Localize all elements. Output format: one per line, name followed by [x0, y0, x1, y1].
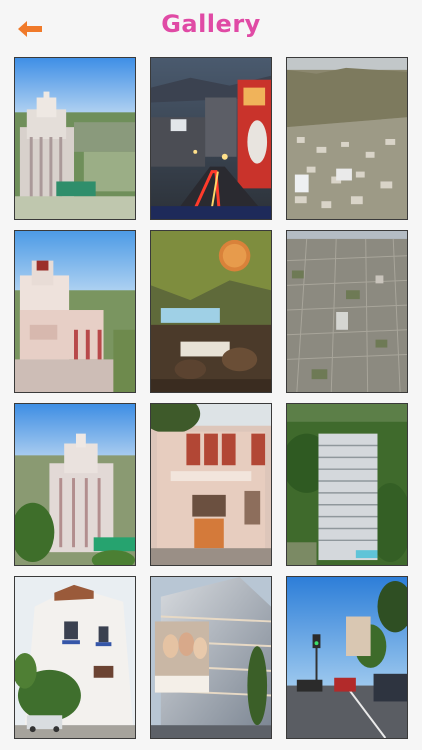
page-title: Gallery	[161, 10, 261, 38]
gallery-photo[interactable]	[286, 57, 408, 220]
photo-grid	[14, 57, 408, 739]
gallery-photo[interactable]	[14, 403, 136, 566]
header-bar: Gallery	[0, 0, 422, 56]
gallery-photo[interactable]	[14, 57, 136, 220]
gallery-photo[interactable]	[14, 576, 136, 739]
gallery-photo[interactable]	[14, 230, 136, 393]
gallery-photo[interactable]	[150, 576, 272, 739]
gallery-photo[interactable]	[150, 230, 272, 393]
gallery-photo[interactable]	[286, 230, 408, 393]
gallery-photo[interactable]	[286, 576, 408, 739]
gallery-photo[interactable]	[150, 403, 272, 566]
gallery-photo[interactable]	[150, 57, 272, 220]
gallery-photo[interactable]	[286, 403, 408, 566]
